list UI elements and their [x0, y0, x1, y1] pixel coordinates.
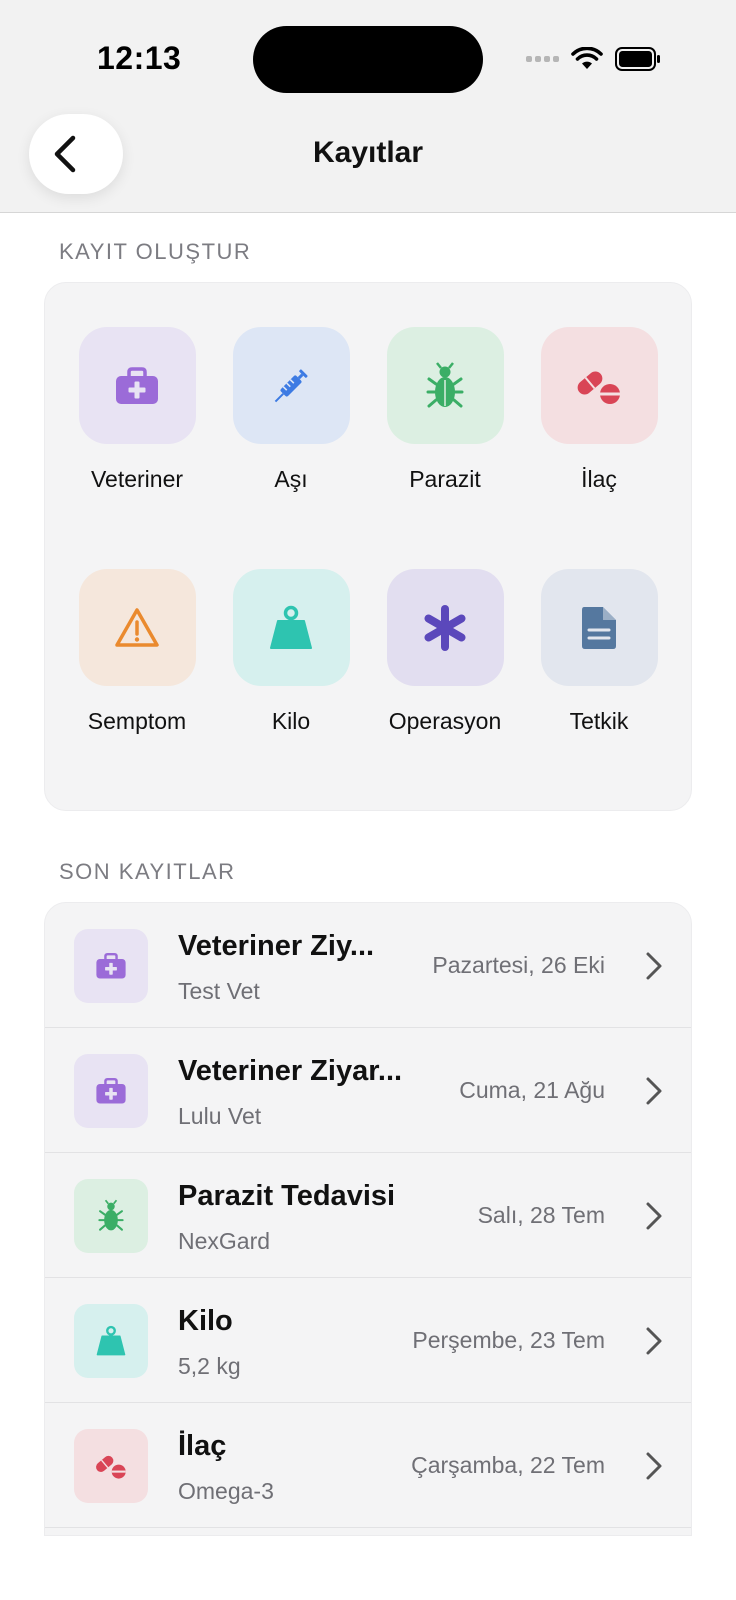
- list-item[interactable]: Kilo 5,2 kg Perşembe, 23 Tem: [45, 1278, 691, 1403]
- list-item[interactable]: Veteriner Ziy... Test Vet Pazartesi, 26 …: [45, 903, 691, 1028]
- medical-bag-icon: [74, 1054, 148, 1128]
- recent-records-list: Veteriner Ziy... Test Vet Pazartesi, 26 …: [44, 902, 692, 1536]
- record-date: Pazartesi, 26 Eki: [432, 952, 605, 978]
- pills-icon: [74, 1429, 148, 1503]
- record-subtitle: Test Vet: [178, 978, 260, 1004]
- tile-label: Parazit: [409, 466, 481, 492]
- weight-icon: [74, 1304, 148, 1378]
- navigation-header: 12:13 Kayıtlar: [0, 0, 736, 213]
- chevron-right-icon: [645, 1201, 663, 1231]
- asterisk-icon: [386, 569, 504, 686]
- create-kilo-button[interactable]: Kilo: [214, 569, 368, 735]
- warning-icon: [78, 569, 196, 686]
- chevron-right-icon: [645, 1076, 663, 1106]
- create-asi-button[interactable]: Aşı: [214, 327, 368, 493]
- tile-label: İlaç: [581, 466, 617, 492]
- tile-label: Kilo: [271, 708, 311, 734]
- record-subtitle: Omega-3: [178, 1478, 274, 1504]
- create-tetkik-button[interactable]: Tetkik: [522, 569, 676, 735]
- dynamic-island: [253, 26, 483, 93]
- chevron-right-icon: [645, 1451, 663, 1481]
- pills-icon: [540, 327, 658, 444]
- list-item[interactable]: İlaç Omega-3 Çarşamba, 22 Tem: [45, 1403, 691, 1528]
- record-title: Veteriner Ziy...: [178, 930, 375, 962]
- record-subtitle: NexGard: [178, 1228, 271, 1254]
- recent-section-label: SON KAYITLAR: [59, 859, 236, 884]
- record-date: Salı, 28 Tem: [477, 1202, 605, 1228]
- document-icon: [540, 569, 658, 686]
- tile-label: Veteriner: [90, 466, 184, 492]
- weight-icon: [232, 569, 350, 686]
- record-date: Perşembe, 23 Tem: [412, 1327, 605, 1353]
- create-parazit-button[interactable]: Parazit: [368, 327, 522, 493]
- create-veteriner-button[interactable]: Veteriner: [60, 327, 214, 493]
- create-section-label: KAYIT OLUŞTUR: [59, 239, 252, 264]
- record-title: Parazit Tedavisi: [178, 1180, 396, 1212]
- tile-label: Operasyon: [388, 708, 502, 734]
- status-time: 12:13: [97, 40, 182, 76]
- chevron-right-icon: [645, 951, 663, 981]
- battery-icon: [615, 47, 660, 71]
- medical-bag-icon: [74, 929, 148, 1003]
- status-icons: [526, 44, 661, 74]
- record-date: Çarşamba, 22 Tem: [411, 1452, 605, 1478]
- record-title: Kilo: [178, 1305, 233, 1337]
- page-title: Kayıtlar: [312, 136, 424, 169]
- tile-label: Semptom: [87, 708, 187, 734]
- tile-label: Tetkik: [569, 708, 629, 734]
- record-date: Cuma, 21 Ağu: [459, 1077, 605, 1103]
- record-subtitle: 5,2 kg: [178, 1353, 241, 1379]
- create-operasyon-button[interactable]: Operasyon: [368, 569, 522, 735]
- syringe-icon: [232, 327, 350, 444]
- cellular-signal-icon: [526, 56, 559, 62]
- record-subtitle: Lulu Vet: [178, 1103, 262, 1129]
- tile-label: Aşı: [274, 466, 308, 492]
- create-ilac-button[interactable]: İlaç: [522, 327, 676, 493]
- wifi-icon: [571, 47, 603, 69]
- record-title: İlaç: [178, 1430, 227, 1462]
- list-item[interactable]: Parazit Tedavisi NexGard Salı, 28 Tem: [45, 1153, 691, 1278]
- create-record-grid: Veteriner Aşı Parazit İlaç Semptom Kilo: [44, 282, 692, 811]
- medical-bag-icon: [78, 327, 196, 444]
- create-semptom-button[interactable]: Semptom: [60, 569, 214, 735]
- chevron-right-icon: [645, 1326, 663, 1356]
- bug-icon: [74, 1179, 148, 1253]
- bug-icon: [386, 327, 504, 444]
- record-title: Veteriner Ziyar...: [178, 1055, 403, 1087]
- list-item[interactable]: Veteriner Ziyar... Lulu Vet Cuma, 21 Ağu: [45, 1028, 691, 1153]
